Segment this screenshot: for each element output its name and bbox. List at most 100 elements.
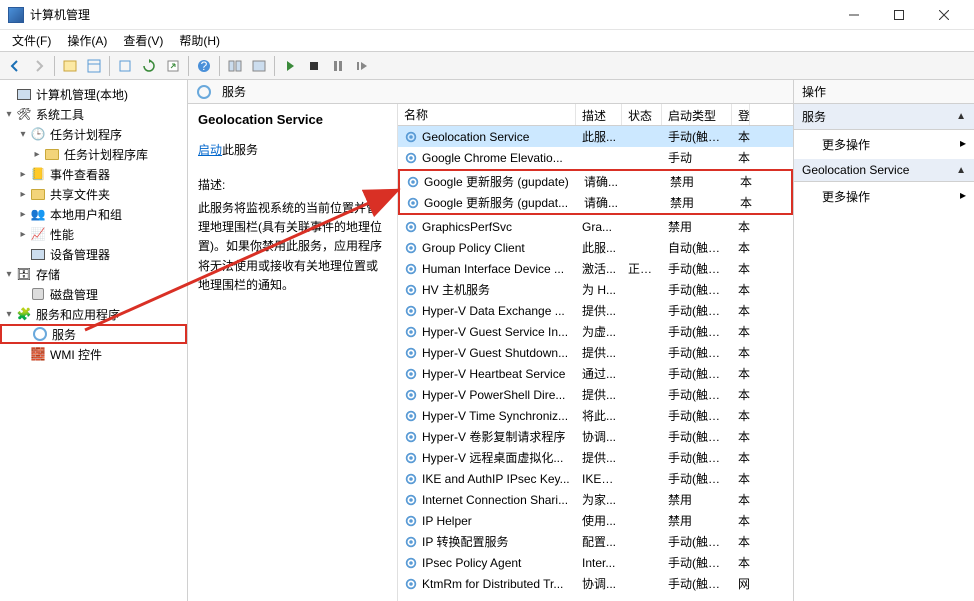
service-row[interactable]: IKE and AuthIP IPsec Key...IKEE...手动(触发.… <box>398 468 793 489</box>
service-row[interactable]: IPsec Policy AgentInter...手动(触发...本 <box>398 552 793 573</box>
tree-local-users[interactable]: ▸👥本地用户和组 <box>0 204 187 224</box>
service-startup: 手动(触发... <box>662 260 732 277</box>
service-name: Hyper-V Heartbeat Service <box>422 367 565 381</box>
tree-root[interactable]: 计算机管理(本地) <box>0 84 187 104</box>
tree-event-viewer[interactable]: ▸📒事件查看器 <box>0 164 187 184</box>
col-startup[interactable]: 启动类型 <box>662 104 732 125</box>
service-row[interactable]: Group Policy Client此服...自动(触发...本 <box>398 237 793 258</box>
tree-device-manager[interactable]: 设备管理器 <box>0 244 187 264</box>
service-extra: 本 <box>732 449 750 466</box>
col-extra[interactable]: 登 <box>732 104 750 125</box>
actions-section-selected[interactable]: Geolocation Service▲ <box>794 159 974 182</box>
menu-view[interactable]: 查看(V) <box>115 30 171 51</box>
tree-label: 事件查看器 <box>50 166 110 183</box>
service-row[interactable]: Hyper-V PowerShell Dire...提供...手动(触发...本 <box>398 384 793 405</box>
restart-button[interactable] <box>351 55 373 77</box>
service-startup: 手动(触发... <box>662 428 732 445</box>
service-startup: 手动(触发... <box>662 554 732 571</box>
tree-services-apps[interactable]: ▾🧩服务和应用程序 <box>0 304 187 324</box>
service-extra: 本 <box>732 302 750 319</box>
service-extra: 本 <box>732 554 750 571</box>
help-button[interactable]: ? <box>193 55 215 77</box>
menu-help[interactable]: 帮助(H) <box>171 30 228 51</box>
service-row[interactable]: Hyper-V Time Synchroniz...将此...手动(触发...本 <box>398 405 793 426</box>
minimize-button[interactable] <box>831 1 876 29</box>
service-row[interactable]: Google 更新服务 (gupdate)请确...禁用本 <box>400 171 791 192</box>
refresh-button[interactable] <box>138 55 160 77</box>
service-startup: 手动(触发... <box>662 449 732 466</box>
tree-services[interactable]: 服务 <box>0 324 187 344</box>
col-state[interactable]: 状态 <box>622 104 662 125</box>
maximize-button[interactable] <box>876 1 921 29</box>
action-label: 更多操作 <box>822 138 870 152</box>
service-desc: 请确... <box>578 173 624 190</box>
service-row[interactable]: Internet Connection Shari...为家...禁用本 <box>398 489 793 510</box>
service-name: Google 更新服务 (gupdate) <box>424 173 569 190</box>
tree-task-scheduler[interactable]: ▾🕒任务计划程序 <box>0 124 187 144</box>
tree-label: 任务计划程序 <box>50 126 122 143</box>
service-row[interactable]: Hyper-V Data Exchange ...提供...手动(触发...本 <box>398 300 793 321</box>
action-more-2[interactable]: 更多操作 ▸ <box>794 182 974 211</box>
tb-icon-2[interactable] <box>83 55 105 77</box>
start-service-link[interactable]: 启动 <box>198 143 222 157</box>
tree-shared-folders[interactable]: ▸共享文件夹 <box>0 184 187 204</box>
service-row[interactable]: Human Interface Device ...激活...正在...手动(触… <box>398 258 793 279</box>
export-button[interactable] <box>162 55 184 77</box>
service-startup: 手动(触发... <box>662 407 732 424</box>
stop-button[interactable] <box>303 55 325 77</box>
tree-storage[interactable]: ▾🗄存储 <box>0 264 187 284</box>
tb-icon-1[interactable] <box>59 55 81 77</box>
list-body[interactable]: Geolocation Service此服...手动(触发...本Google … <box>398 126 793 601</box>
service-row[interactable]: HV 主机服务为 H...手动(触发...本 <box>398 279 793 300</box>
tb-icon-3[interactable] <box>114 55 136 77</box>
service-row[interactable]: KtmRm for Distributed Tr...协调...手动(触发...… <box>398 573 793 594</box>
service-row[interactable]: Hyper-V 卷影复制请求程序协调...手动(触发...本 <box>398 426 793 447</box>
col-name[interactable]: 名称 <box>398 104 576 125</box>
action-more-1[interactable]: 更多操作 ▸ <box>794 130 974 159</box>
service-desc: 提供... <box>576 449 622 466</box>
play-button[interactable] <box>279 55 301 77</box>
service-row[interactable]: Hyper-V 远程桌面虚拟化...提供...手动(触发...本 <box>398 447 793 468</box>
pause-button[interactable] <box>327 55 349 77</box>
service-extra: 本 <box>732 533 750 550</box>
service-row[interactable]: Geolocation Service此服...手动(触发...本 <box>398 126 793 147</box>
service-row[interactable]: Hyper-V Heartbeat Service通过...手动(触发...本 <box>398 363 793 384</box>
menu-action[interactable]: 操作(A) <box>59 30 115 51</box>
close-button[interactable] <box>921 1 966 29</box>
service-extra: 本 <box>732 491 750 508</box>
tree-system-tools[interactable]: ▾🛠系统工具 <box>0 104 187 124</box>
service-name: GraphicsPerfSvc <box>422 220 512 234</box>
service-row[interactable]: Google Chrome Elevatio...手动本 <box>398 147 793 168</box>
nav-back-button[interactable] <box>4 55 26 77</box>
service-row[interactable]: IP 转换配置服务配置...手动(触发...本 <box>398 531 793 552</box>
service-row[interactable]: IP Helper使用...禁用本 <box>398 510 793 531</box>
tb-icon-7[interactable] <box>224 55 246 77</box>
service-extra: 本 <box>732 344 750 361</box>
collapse-icon: ▲ <box>956 111 966 122</box>
service-state: 正在... <box>622 260 662 277</box>
desc-text: 此服务将监视系统的当前位置并管理地理围栏(具有关联事件的地理位置)。如果你禁用此… <box>198 199 387 295</box>
detail-title: Geolocation Service <box>198 112 387 127</box>
col-desc[interactable]: 描述 <box>576 104 622 125</box>
tree-wmi[interactable]: 🧱WMI 控件 <box>0 344 187 364</box>
menu-file[interactable]: 文件(F) <box>4 30 59 51</box>
list-header: 名称 描述 状态 启动类型 登 <box>398 104 793 126</box>
actions-section-services[interactable]: 服务▲ <box>794 104 974 130</box>
tb-icon-8[interactable] <box>248 55 270 77</box>
tree-disk-mgmt[interactable]: 磁盘管理 <box>0 284 187 304</box>
service-row[interactable]: Hyper-V Guest Shutdown...提供...手动(触发...本 <box>398 342 793 363</box>
service-row[interactable]: GraphicsPerfSvcGra...禁用本 <box>398 216 793 237</box>
actions-pane: 操作 服务▲ 更多操作 ▸ Geolocation Service▲ 更多操作 … <box>794 80 974 601</box>
start-service-line: 启动此服务 <box>198 141 387 158</box>
service-name: IKE and AuthIP IPsec Key... <box>422 472 570 486</box>
tree-label: WMI 控件 <box>50 346 102 363</box>
service-extra: 本 <box>732 365 750 382</box>
tree-performance[interactable]: ▸📈性能 <box>0 224 187 244</box>
nav-forward-button[interactable] <box>28 55 50 77</box>
service-row[interactable]: Google 更新服务 (gupdat...请确...禁用本 <box>400 192 791 213</box>
service-startup: 手动(触发... <box>662 128 732 145</box>
service-name: IP 转换配置服务 <box>422 533 508 550</box>
service-row[interactable]: Hyper-V Guest Service In...为虚...手动(触发...… <box>398 321 793 342</box>
tree-task-scheduler-lib[interactable]: ▸任务计划程序库 <box>0 144 187 164</box>
service-desc: 提供... <box>576 386 622 403</box>
